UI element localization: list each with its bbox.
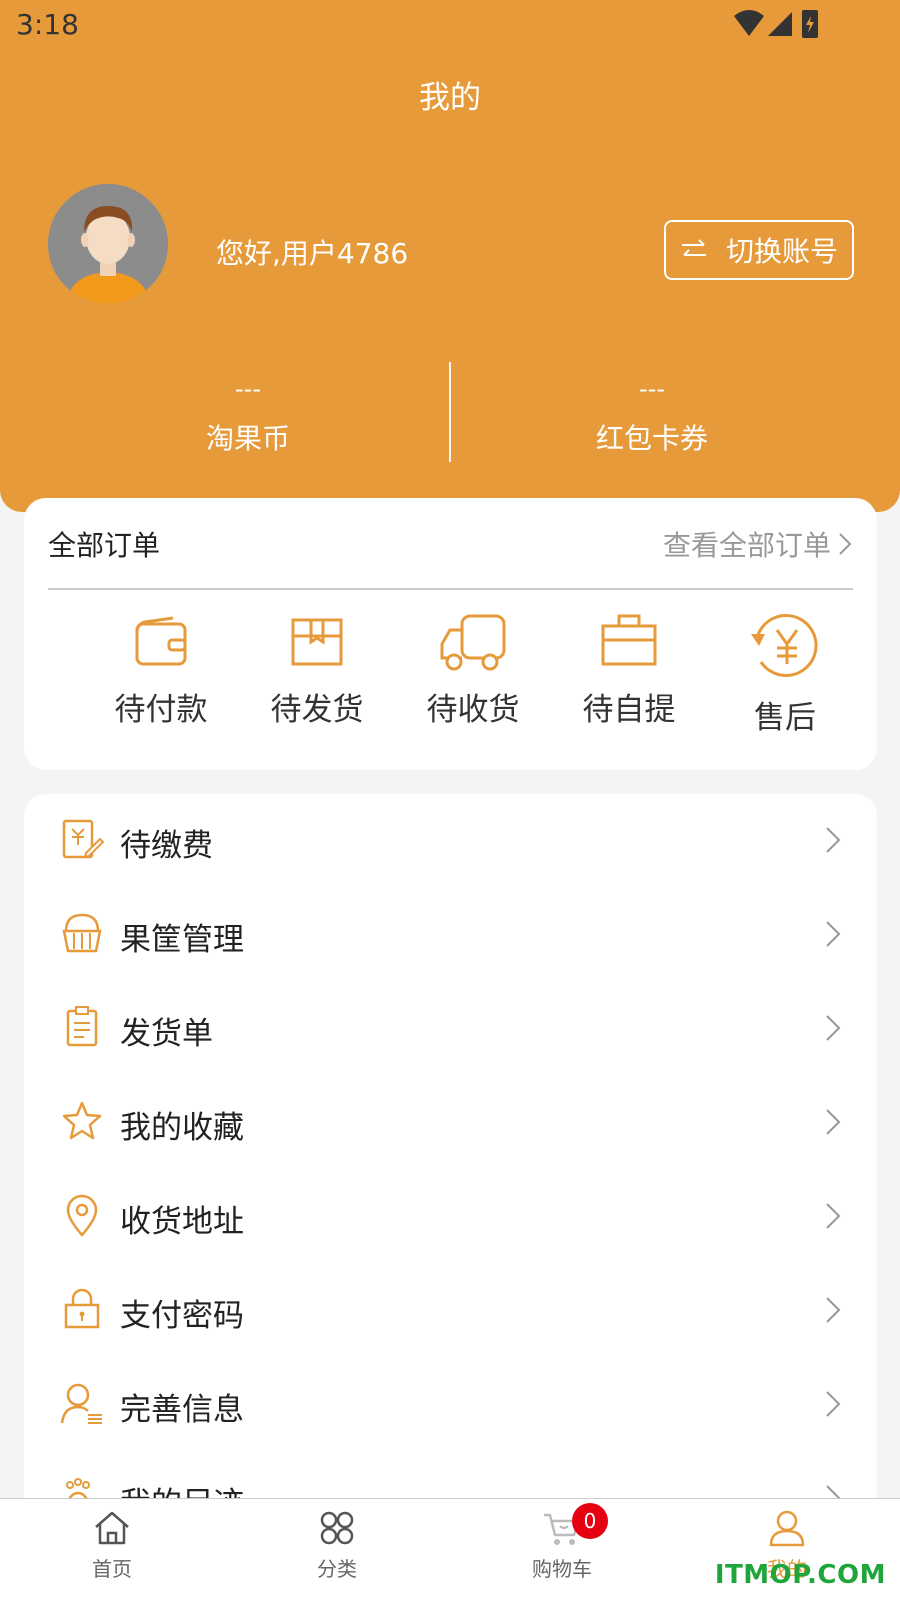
status-icons bbox=[734, 10, 818, 38]
status-time: 3:18 bbox=[16, 8, 79, 41]
order-pending-receipt[interactable]: 待收货 bbox=[398, 610, 548, 729]
chevron-right-icon bbox=[826, 1297, 841, 1323]
lock-icon bbox=[64, 1288, 100, 1329]
order-pending-payment-label: 待付款 bbox=[114, 692, 208, 728]
chevron-right-icon bbox=[826, 1109, 841, 1135]
cart-badge: 0 bbox=[572, 1503, 608, 1539]
chevron-right-icon bbox=[839, 533, 852, 555]
status-bar: 3:18 bbox=[0, 0, 900, 50]
orders-card: 全部订单 查看全部订单 待付款 待发货 待收货 待自提 售后 bbox=[24, 498, 877, 770]
nav-cart-label: 购物车 bbox=[532, 1557, 592, 1581]
user-icon bbox=[769, 1510, 805, 1547]
bill-edit-icon bbox=[62, 819, 104, 859]
menu-item-label: 收货地址 bbox=[120, 1204, 244, 1240]
chevron-right-icon bbox=[826, 921, 841, 947]
nav-category-label: 分类 bbox=[317, 1557, 357, 1581]
switch-account-label: 切换账号 bbox=[725, 235, 838, 268]
chevron-right-icon bbox=[826, 1203, 841, 1229]
home-icon bbox=[95, 1511, 129, 1545]
stat-divider bbox=[449, 362, 451, 462]
menu-item-label: 完善信息 bbox=[120, 1392, 244, 1428]
stat-coins-value: --- bbox=[235, 375, 261, 403]
order-pending-receipt-label: 待收货 bbox=[426, 692, 520, 728]
star-icon bbox=[62, 1101, 102, 1140]
menu-item-payment-password[interactable]: 支付密码 bbox=[24, 1264, 877, 1358]
menu-list: 待缴费 果筐管理 发货单 我的收藏 收货地址 支付密码 完善信息 bbox=[24, 794, 877, 1514]
view-all-orders-label: 查看全部订单 bbox=[662, 529, 831, 562]
menu-item-shipping-orders[interactable]: 发货单 bbox=[24, 982, 877, 1076]
order-after-sales-label: 售后 bbox=[754, 700, 816, 736]
menu-item-basket-management[interactable]: 果筐管理 bbox=[24, 888, 877, 982]
nav-home[interactable]: 首页 bbox=[52, 1509, 172, 1582]
wallet-icon bbox=[135, 616, 187, 666]
order-pending-shipment-label: 待发货 bbox=[270, 692, 364, 728]
nav-category[interactable]: 分类 bbox=[277, 1509, 397, 1582]
menu-item-pending-fees[interactable]: 待缴费 bbox=[24, 794, 877, 888]
menu-item-label: 待缴费 bbox=[120, 828, 213, 864]
stat-coupons[interactable]: --- 红包卡券 bbox=[432, 375, 872, 457]
basket-icon bbox=[62, 913, 102, 953]
location-pin-icon bbox=[66, 1194, 98, 1237]
wifi-icon bbox=[734, 10, 764, 36]
signal-icon bbox=[768, 12, 792, 36]
watermark: ITMOP.COM bbox=[714, 1560, 886, 1590]
truck-icon bbox=[440, 614, 506, 671]
menu-item-label: 果筐管理 bbox=[120, 922, 244, 958]
orders-header: 全部订单 查看全部订单 bbox=[48, 498, 853, 590]
briefcase-icon bbox=[601, 614, 657, 666]
page-title: 我的 bbox=[419, 80, 481, 116]
yuan-refund-icon bbox=[751, 614, 818, 677]
order-pending-shipment[interactable]: 待发货 bbox=[242, 610, 392, 729]
greeting-text: 您好,用户4786 bbox=[216, 237, 409, 270]
stat-coupons-label: 红包卡券 bbox=[595, 422, 708, 455]
menu-item-label: 发货单 bbox=[120, 1016, 213, 1052]
switch-account-button[interactable]: 切换账号 bbox=[664, 220, 854, 280]
view-all-orders-link[interactable]: 查看全部订单 bbox=[663, 524, 853, 564]
user-info-icon bbox=[60, 1383, 102, 1424]
stat-coupons-value: --- bbox=[639, 375, 665, 403]
category-icon bbox=[320, 1511, 354, 1545]
clipboard-icon bbox=[66, 1006, 98, 1047]
chevron-right-icon bbox=[826, 827, 841, 853]
order-self-pickup[interactable]: 待自提 bbox=[554, 610, 704, 729]
order-self-pickup-label: 待自提 bbox=[582, 692, 676, 728]
orders-title: 全部订单 bbox=[48, 529, 161, 562]
swap-icon bbox=[681, 239, 706, 256]
order-after-sales[interactable]: 售后 bbox=[710, 610, 860, 737]
menu-item-label: 支付密码 bbox=[120, 1298, 244, 1334]
nav-cart[interactable]: 0 购物车 bbox=[502, 1503, 622, 1582]
order-pending-payment[interactable]: 待付款 bbox=[86, 610, 236, 729]
package-icon bbox=[291, 618, 343, 666]
profile-header: 3:18 我的 您好,用户4786 切换账号 --- 淘果币 --- 红包卡券 bbox=[0, 0, 900, 512]
stat-coins[interactable]: --- 淘果币 bbox=[28, 375, 468, 457]
nav-home-label: 首页 bbox=[92, 1557, 132, 1581]
stat-coins-label: 淘果币 bbox=[205, 422, 290, 455]
menu-item-shipping-address[interactable]: 收货地址 bbox=[24, 1170, 877, 1264]
menu-item-label: 我的收藏 bbox=[120, 1110, 244, 1146]
avatar-image bbox=[48, 184, 168, 304]
chevron-right-icon bbox=[826, 1391, 841, 1417]
menu-item-favorites[interactable]: 我的收藏 bbox=[24, 1076, 877, 1170]
menu-item-complete-profile[interactable]: 完善信息 bbox=[24, 1358, 877, 1452]
avatar[interactable] bbox=[48, 184, 168, 304]
chevron-right-icon bbox=[826, 1015, 841, 1041]
